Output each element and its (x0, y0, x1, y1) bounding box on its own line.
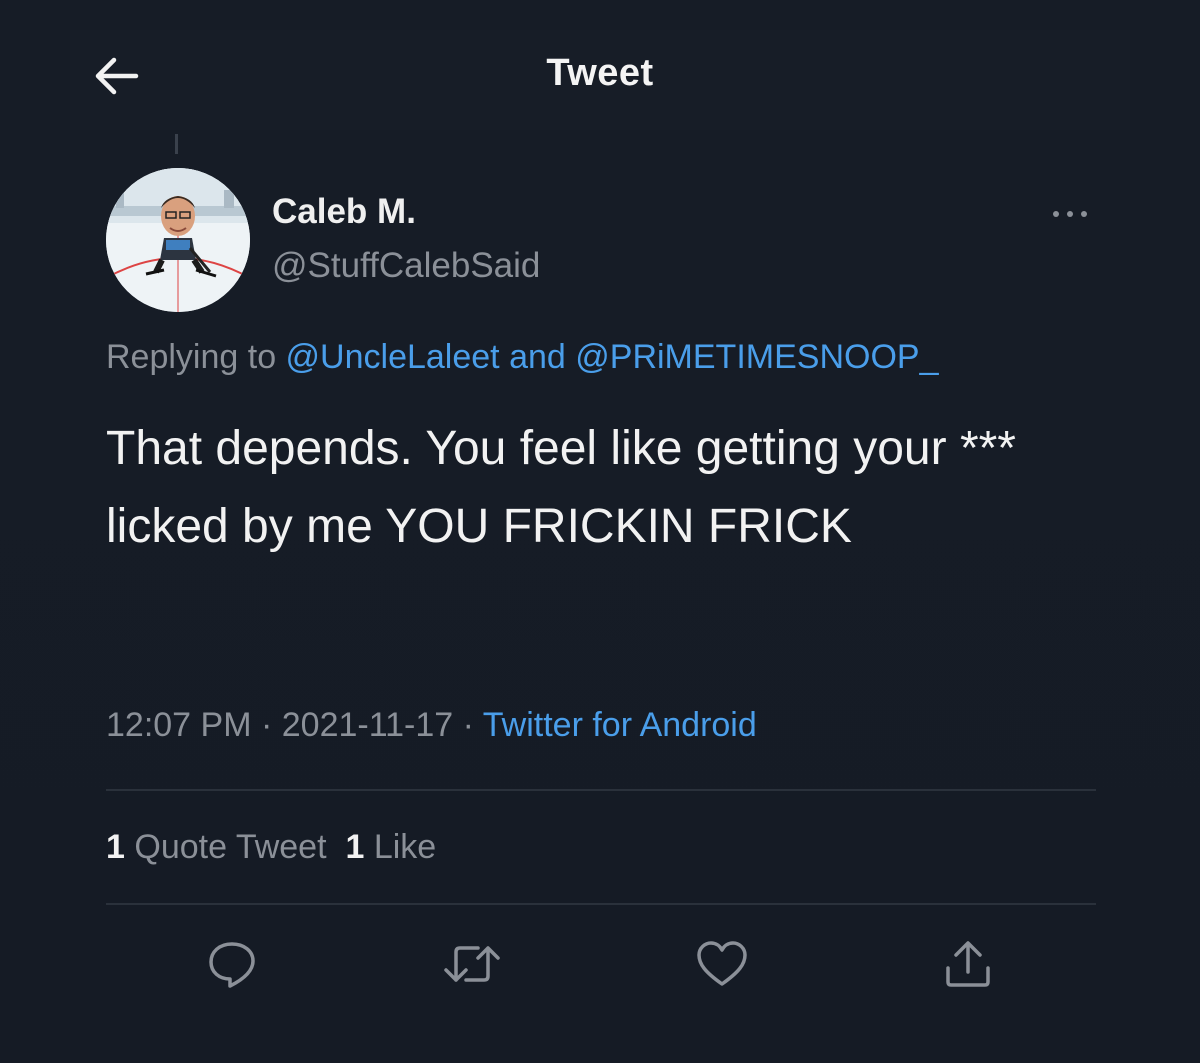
like-icon (697, 941, 747, 986)
replying-and: and (499, 338, 576, 376)
thread-connector (175, 134, 178, 154)
tweet-screen: Tweet Caleb M. @StuffCalebSaid Replying … (0, 0, 1200, 1063)
avatar-image (106, 168, 250, 312)
tweet-date: 2021-11-17 (281, 706, 454, 744)
page-title: Tweet (546, 52, 654, 94)
author-handle[interactable]: @StuffCalebSaid (272, 246, 540, 286)
avatar[interactable] (106, 168, 250, 312)
mention-link-unclelaleet[interactable]: @UncleLaleet (286, 338, 500, 376)
more-options-button[interactable] (1046, 200, 1094, 228)
replying-to-line: Replying to @UncleLaleet and @PRiMETIMES… (106, 338, 938, 377)
like-count: 1 (345, 828, 365, 866)
retweet-icon (444, 946, 500, 982)
tweet-metadata: 12:07 PM · 2021-11-17 · Twitter for Andr… (106, 706, 757, 745)
like-button[interactable] (692, 936, 752, 992)
quote-label: Quote Tweet (134, 828, 327, 866)
author-name[interactable]: Caleb M. (272, 192, 416, 232)
quote-tweets-stat[interactable]: 1 Quote Tweet (106, 828, 327, 866)
reply-icon (209, 942, 255, 988)
quote-count: 1 (106, 828, 125, 866)
tweet-source-link[interactable]: Twitter for Android (483, 706, 757, 744)
reply-button[interactable] (202, 936, 262, 992)
meta-separator-2: · (453, 706, 483, 744)
retweet-button[interactable] (442, 936, 502, 992)
share-button[interactable] (938, 936, 998, 992)
meta-separator-1: · (251, 706, 282, 744)
mention-link-primetimesnoop[interactable]: @PRiMETIMESNOOP_ (575, 338, 938, 376)
divider (106, 903, 1096, 905)
more-dots-icon (1053, 211, 1087, 217)
tweet-text: That depends. You feel like getting your… (106, 422, 1016, 553)
tweet-time: 12:07 PM (106, 706, 252, 744)
divider (106, 789, 1096, 791)
share-icon (946, 941, 990, 987)
likes-stat[interactable]: 1 Like (345, 828, 436, 866)
engagement-stats: 1 Quote Tweet 1 Like (106, 828, 436, 867)
replying-prefix: Replying to (106, 338, 286, 376)
like-label: Like (373, 828, 437, 866)
